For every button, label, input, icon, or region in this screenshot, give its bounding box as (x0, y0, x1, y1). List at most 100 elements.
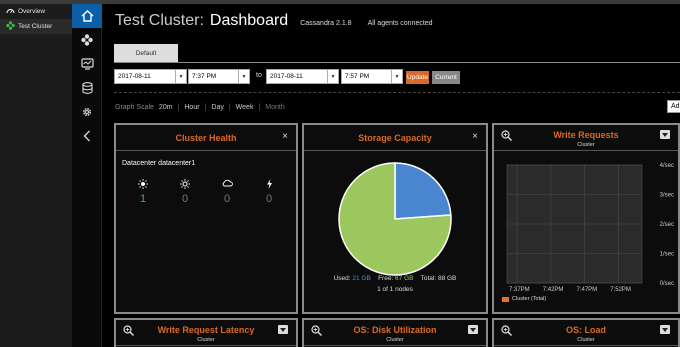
chevron-down-icon: ▼ (175, 70, 186, 83)
collapse-button[interactable] (72, 124, 102, 148)
disk-utilization-panel: OS: Disk Utilization Cluster (302, 318, 488, 347)
total-label: Total: (420, 275, 437, 282)
write-request-latency-panel: Write Request Latency Cluster (114, 318, 298, 347)
panel-subtitle: Cluster (386, 337, 404, 343)
legend-label: Cluster (Total) (512, 296, 547, 302)
scale-option-hour[interactable]: Hour (184, 104, 199, 111)
home-button[interactable] (72, 4, 102, 28)
chevron-down-icon (470, 327, 476, 332)
to-time-value: 7:57 PM (345, 73, 370, 80)
nav-item-test-cluster[interactable]: Test Cluster (0, 19, 72, 34)
monitor-icon (80, 58, 94, 70)
chevron-down-icon: ▼ (327, 70, 338, 83)
lightning-icon (262, 179, 276, 191)
main-content: Test Cluster: Dashboard Cassandra 2.1.8 … (103, 4, 680, 347)
partly-sun-icon (178, 179, 192, 191)
nodes-count: 1 of 1 nodes (377, 286, 413, 293)
x-tick-label: 7:52PM (610, 287, 631, 293)
scale-option-week[interactable]: Week (236, 104, 254, 111)
panel-header: Cluster Health × (116, 125, 296, 151)
panel-title: OS: Load (566, 325, 606, 335)
cloud-icon (220, 179, 234, 189)
add-graph-button[interactable]: Ad (667, 100, 680, 113)
to-date-select[interactable]: 2017-08-11 ▼ (266, 69, 339, 84)
cluster-icon (5, 21, 15, 32)
panel-header: Write Requests Cluster (494, 125, 678, 151)
chevron-down-icon (280, 327, 286, 332)
panel-header: Write Request Latency Cluster (116, 320, 296, 346)
panel-menu-button[interactable] (468, 325, 478, 334)
chart-legend: Cluster (Total) (502, 296, 546, 302)
os-load-panel: OS: Load Cluster (492, 318, 680, 347)
x-tick-label: 7:42PM (543, 287, 564, 293)
graph-scale-bar: Graph Scale 20m | Hour | Day | Week | Mo… (115, 104, 285, 111)
chevron-down-icon (662, 132, 668, 137)
panel-subtitle: Cluster (577, 142, 595, 148)
panel-title: Write Requests (553, 130, 619, 140)
pie-slice-used (394, 162, 452, 220)
update-button[interactable]: Update (406, 71, 429, 84)
storage-capacity-panel: Storage Capacity × Used: 21 GB Free: 67 … (302, 123, 488, 314)
panel-header: Storage Capacity × (304, 125, 486, 151)
from-time-select[interactable]: 7:37 PM ▼ (188, 69, 250, 84)
y-tick-label: 1/sec (660, 252, 674, 258)
to-time-select[interactable]: 7:57 PM ▼ (341, 69, 403, 84)
monitor-button[interactable] (72, 52, 102, 76)
panel-header: OS: Load Cluster (494, 320, 678, 346)
from-date-select[interactable]: 2017-08-11 ▼ (114, 69, 187, 84)
panel-title: Cluster Health (175, 133, 237, 143)
scale-option-day[interactable]: Day (211, 104, 223, 111)
separator: | (228, 104, 231, 111)
scale-option-month[interactable]: Month (265, 104, 284, 111)
divider (114, 92, 680, 93)
x-tick-label: 7:37PM (509, 287, 530, 293)
icon-sidebar (72, 4, 102, 347)
free-value: 67 GB (395, 275, 414, 282)
tab-default[interactable]: Default (114, 44, 178, 62)
nodes-button[interactable] (72, 28, 102, 52)
critical-count: 0 (265, 193, 273, 205)
agents-status: All agents connected (367, 20, 433, 27)
panel-menu-button[interactable] (278, 325, 288, 334)
close-icon[interactable]: × (282, 131, 288, 142)
y-tick-label: 4/sec (660, 163, 674, 169)
page-title: Dashboard (209, 12, 289, 29)
nav-cluster-label: Test Cluster (18, 23, 53, 30)
panel-header: OS: Disk Utilization Cluster (304, 320, 486, 346)
panel-menu-button[interactable] (660, 130, 670, 139)
cluster-nav-panel: Overview Test Cluster (0, 4, 72, 347)
nav-item-overview[interactable]: Overview (0, 4, 72, 19)
chevron-left-icon (83, 130, 90, 142)
x-tick-label: 7:47PM (577, 287, 598, 293)
database-button[interactable] (72, 76, 102, 100)
separator: | (204, 104, 207, 111)
database-icon (81, 82, 93, 94)
separator: | (177, 104, 180, 111)
from-date-value: 2017-08-11 (118, 73, 151, 80)
panel-title: Write Request Latency (157, 325, 255, 335)
scale-option-20m[interactable]: 20m (159, 104, 173, 111)
warning-count: 0 (181, 193, 189, 205)
used-value: 21 GB (352, 275, 371, 282)
free-label: Free: (378, 275, 394, 282)
storage-pie-chart (338, 162, 452, 276)
panel-menu-button[interactable] (660, 325, 670, 334)
chevron-down-icon: ▼ (391, 70, 402, 83)
panel-title: Storage Capacity (358, 133, 432, 143)
degraded-count: 0 (223, 193, 231, 205)
cluster-title: Test Cluster: (115, 12, 204, 29)
version-label: Cassandra 2.1.8 (300, 20, 352, 27)
page-header: Test Cluster: Dashboard Cassandra 2.1.8 … (115, 12, 433, 30)
sun-icon (136, 179, 150, 191)
close-icon[interactable]: × (472, 131, 478, 142)
separator: | (258, 104, 261, 111)
gear-icon (82, 107, 92, 117)
settings-button[interactable] (72, 100, 102, 124)
to-label: to (256, 72, 262, 79)
graph-scale-label: Graph Scale (115, 104, 154, 111)
panel-subtitle: Cluster (197, 337, 215, 343)
tab-divider (114, 62, 680, 63)
write-requests-chart: 0/sec 1/sec 2/sec 3/sec 4/sec 7:37PM 7:42PM 7:4… (506, 163, 674, 293)
current-button[interactable]: Current (432, 71, 460, 84)
cluster-health-panel: Cluster Health × Datacenter datacenter1 … (114, 123, 298, 314)
